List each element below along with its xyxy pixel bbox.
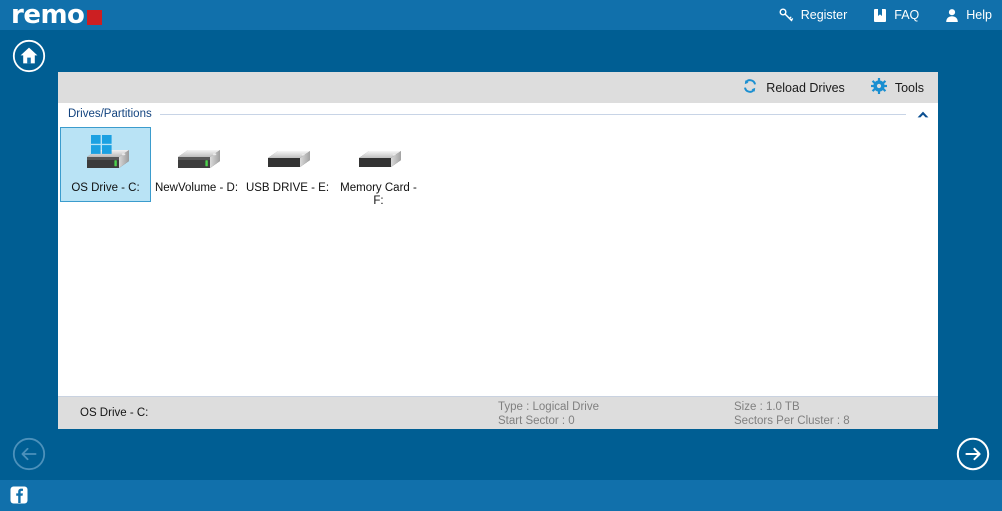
- drive-item-os-drive-c[interactable]: OS Drive - C:: [60, 127, 151, 202]
- faq-label: FAQ: [894, 8, 920, 22]
- hard-drive-icon: [168, 133, 226, 179]
- panel-body: Drives/Partitions OS Drive - C: NewVolum…: [58, 103, 938, 397]
- usb-drive-icon: [259, 133, 317, 179]
- help-label: Help: [966, 8, 992, 22]
- logo-text: remo: [11, 0, 85, 30]
- help-link[interactable]: Help: [945, 8, 992, 23]
- tools-button[interactable]: Tools: [870, 78, 924, 97]
- drives-group-title: Drives/Partitions: [68, 108, 152, 120]
- footer-bar: [0, 480, 1002, 511]
- facebook-link[interactable]: [10, 486, 28, 504]
- logo-red-square: [87, 10, 103, 25]
- main-panel: Reload Drives Tools Drives/Partitions OS…: [58, 72, 938, 429]
- chevron-up-icon: [917, 111, 929, 117]
- status-type-column: Type : Logical Drive Start Sector : 0: [498, 401, 599, 428]
- status-drive-name: OS Drive - C:: [80, 407, 149, 419]
- drive-label: NewVolume - D:: [154, 182, 239, 194]
- key-icon: [779, 8, 794, 23]
- group-divider: [159, 113, 906, 115]
- panel-toolbar: Reload Drives Tools: [58, 72, 938, 103]
- status-size-column: Size : 1.0 TB Sectors Per Cluster : 8: [734, 401, 850, 428]
- hard-drive-windows-icon: [77, 133, 135, 179]
- header-links: Register FAQ Help: [779, 0, 992, 30]
- drive-label: Memory Card - F:: [340, 182, 417, 207]
- arrow-left-circle-icon: [12, 437, 46, 471]
- arrow-right-circle-icon: [956, 437, 990, 471]
- drive-label: OS Drive - C:: [71, 182, 140, 194]
- drive-item-newvolume-d[interactable]: NewVolume - D:: [151, 127, 242, 202]
- register-label: Register: [800, 8, 848, 22]
- memory-card-icon: [350, 133, 408, 179]
- status-sectors-per-cluster: Sectors Per Cluster : 8: [734, 414, 850, 427]
- drive-item-memory-card-f[interactable]: Memory Card - F:: [333, 127, 424, 215]
- collapse-group-button[interactable]: [916, 110, 930, 119]
- status-start-sector: Start Sector : 0: [498, 414, 575, 427]
- book-icon: [873, 8, 887, 23]
- status-bar: OS Drive - C: Type : Logical Drive Start…: [58, 397, 938, 429]
- register-link[interactable]: Register: [779, 8, 848, 23]
- home-button[interactable]: [12, 39, 46, 73]
- drive-label: USB DRIVE - E:: [245, 182, 330, 194]
- reload-drives-button[interactable]: Reload Drives: [742, 78, 845, 97]
- top-header-bar: remo Register FAQ Help: [0, 0, 1002, 30]
- back-button[interactable]: [12, 437, 46, 471]
- faq-link[interactable]: FAQ: [873, 8, 919, 23]
- gear-icon: [870, 78, 887, 97]
- tools-label: Tools: [894, 80, 924, 95]
- next-button[interactable]: [956, 437, 990, 471]
- status-type: Type : Logical Drive: [498, 401, 599, 413]
- person-icon: [945, 8, 959, 23]
- status-size: Size : 1.0 TB: [734, 401, 800, 413]
- facebook-icon: [10, 486, 28, 504]
- refresh-icon: [742, 78, 758, 97]
- drives-grid: OS Drive - C: NewVolume - D: USB DRIVE -…: [58, 125, 938, 215]
- drive-item-usb-drive-e[interactable]: USB DRIVE - E:: [242, 127, 333, 202]
- reload-drives-label: Reload Drives: [766, 80, 845, 95]
- drives-group-header: Drives/Partitions: [58, 103, 938, 125]
- home-icon: [12, 39, 46, 73]
- app-logo: remo: [11, 0, 103, 30]
